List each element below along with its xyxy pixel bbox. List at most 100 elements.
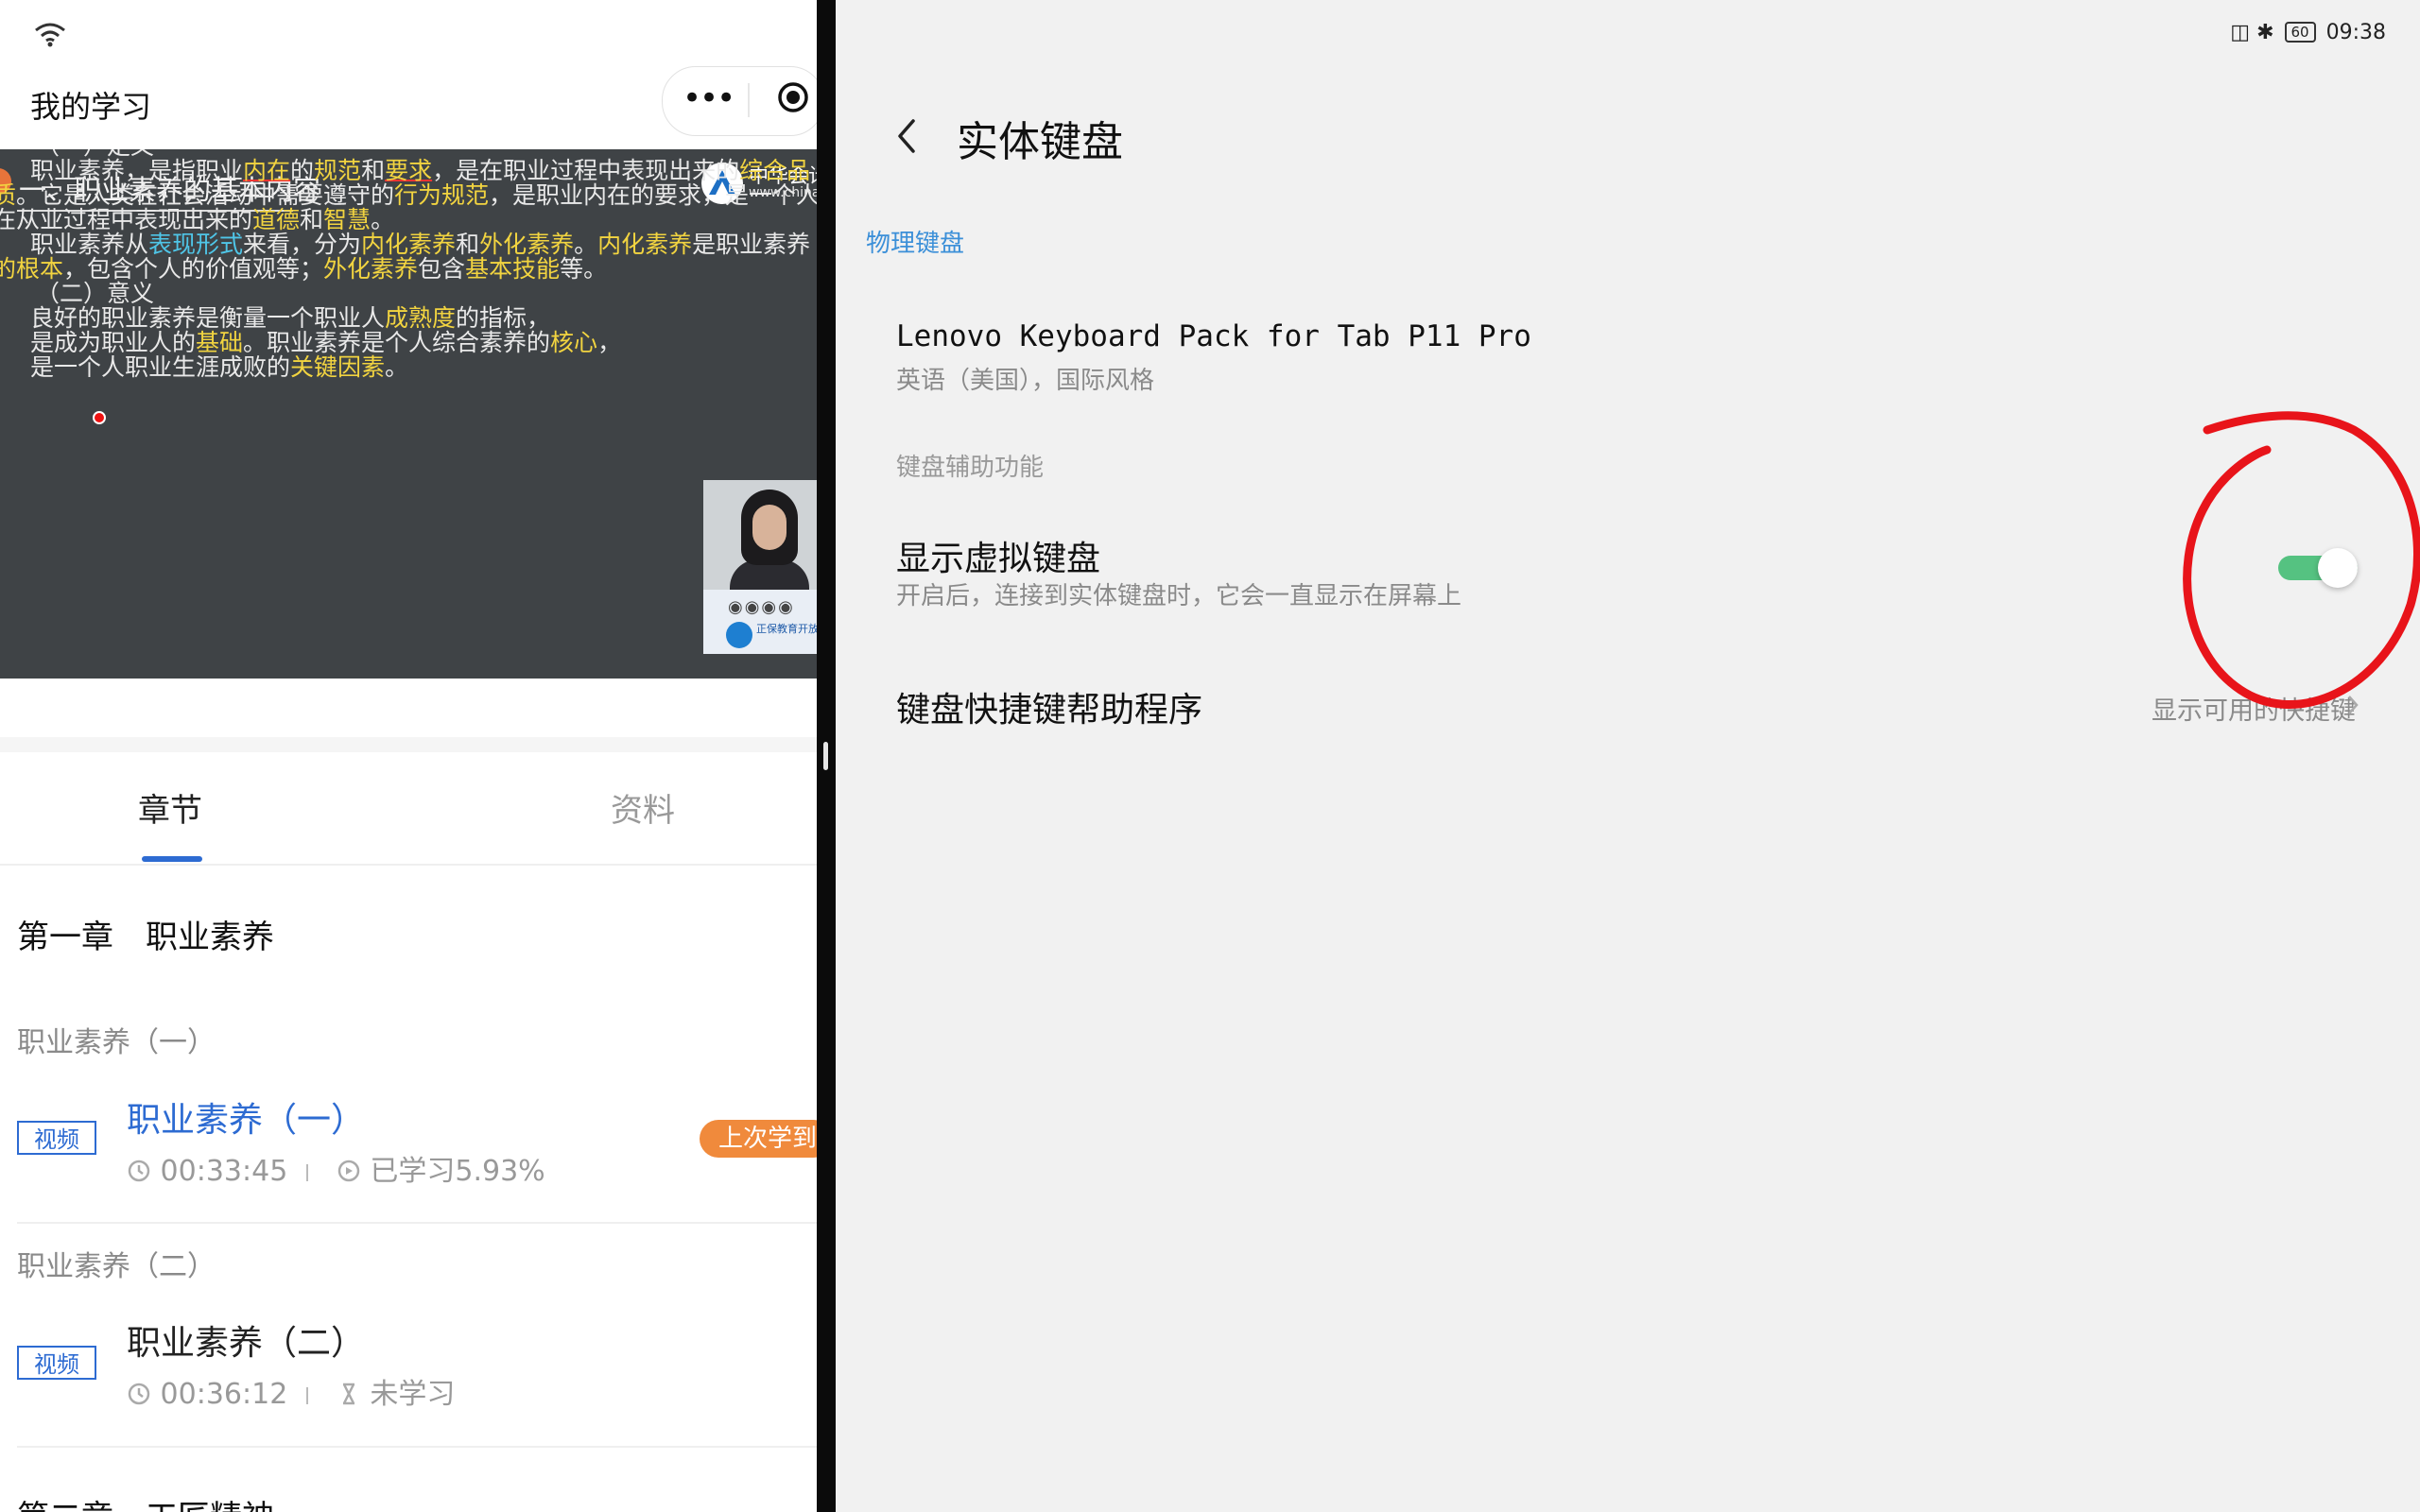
left-app-pane: 我的学习 ••• 一、职业素养的基本内容 中华会计 www.china （一）定… [0, 0, 817, 1512]
video-badge: 视频 [17, 1121, 96, 1155]
slide-text-segment: 关键因素 [290, 353, 386, 381]
physical-keyboard-group-label: 物理键盘 [866, 230, 965, 258]
slide-text-segment: 在从业过程中表现出来的 [0, 206, 253, 233]
slide-text-segment: 的 [290, 157, 315, 184]
row-divider [17, 1222, 817, 1224]
more-button[interactable]: ••• [683, 79, 735, 121]
slide-text-segment: 和 [300, 206, 324, 233]
section-gap [0, 737, 817, 752]
camera-caption: 正保教育开放 [756, 623, 817, 635]
slide-text-segment: ，是在职业过程中表现出来的 [432, 157, 740, 184]
lesson-duration: 00:36:12 [160, 1378, 288, 1411]
slide-text-segment: 。职业素养是个人综合素养的 [243, 329, 551, 356]
slide-text-segment: 基本技能 [465, 255, 561, 283]
keyboard-name[interactable]: Lenovo Keyboard Pack for Tab P11 Pro [896, 319, 1531, 353]
clock-icon [128, 1160, 150, 1182]
instructor-camera: ◉◉◉◉ 正保教育开放 [703, 480, 817, 654]
slide-text-segment: 包含 [418, 255, 466, 283]
keyboard-layout[interactable]: 英语（美国），国际风格 [896, 361, 1154, 396]
bluetooth-icon: ✱ [2256, 21, 2274, 44]
slide-text-segment: 和 [456, 231, 480, 258]
video-player[interactable]: 一、职业素养的基本内容 中华会计 www.china （一）定义职业素养，是指职… [0, 149, 817, 679]
keyboard-assist-group-label: 键盘辅助功能 [896, 454, 1045, 482]
red-annotation-circle [2183, 411, 2420, 709]
slide-text-segment: 。 [371, 206, 395, 233]
hourglass-icon [342, 1383, 354, 1405]
slide-text-segment: 内化素养 [361, 231, 457, 258]
slide-text-segment: 。 [385, 353, 409, 381]
lesson-title[interactable]: 职业素养（二） [127, 1315, 365, 1365]
camera-dots-icon: ◉◉◉◉ [728, 597, 795, 617]
wifi-icon [35, 23, 65, 47]
slide-text-segment: 要求 [385, 157, 433, 184]
lesson-progress: 已学习5.93% [370, 1155, 545, 1188]
slide-text-segment: 综合品 [739, 157, 811, 184]
slide-text-segment: ，包含个人的价值观等； [63, 255, 324, 283]
slide-line: 是一个人职业生涯成败的关键因素。 [30, 353, 408, 382]
lesson-progress: 未学习 [370, 1378, 456, 1411]
lesson-duration: 00:33:45 [160, 1155, 288, 1188]
slide-text-segment: 。 [574, 231, 598, 258]
slide-text-segment: 成熟度 [385, 304, 457, 332]
slide-text-segment: 职业素养，是指职业 [30, 157, 244, 184]
clock-icon [128, 1383, 150, 1405]
slide-text-segment: ，是职业内在的要求，是一个人 [489, 181, 817, 209]
lesson-title[interactable]: 职业素养（一） [127, 1092, 365, 1142]
capsule-divider [748, 83, 750, 117]
chapter-title: 第一章 职业素养 [17, 919, 274, 956]
progress-icon [337, 1160, 360, 1182]
slide-text-segment: 核心 [550, 329, 598, 356]
settings-title: 实体键盘 [957, 118, 1123, 166]
slide-text-segment: 内在 [243, 157, 291, 184]
slide-text-segment: 内化素养 [597, 231, 693, 258]
slide-text-segment: 良好的职业素养是衡量一个职业人 [30, 304, 386, 332]
section-title: 职业素养（一） [17, 1026, 216, 1059]
slide-text-segment: 来看，分为 [243, 231, 362, 258]
tab-indicator [142, 856, 202, 862]
settings-pane [836, 0, 2420, 1512]
slide-text-segment: 规范 [314, 157, 362, 184]
status-time: 09:38 [2325, 21, 2386, 44]
lesson-meta: 00:36:12 未学习 [127, 1370, 455, 1412]
virtual-keyboard-desc: 开启后，连接到实体键盘时，它会一直显示在屏幕上 [896, 582, 1462, 610]
tab-chapters[interactable]: 章节 [138, 784, 202, 831]
tab-materials[interactable]: 资料 [611, 784, 675, 831]
chapter-title: 第二章 工匠精神 [17, 1491, 274, 1512]
slide-text-segment: 智慧 [323, 206, 372, 233]
slide-text-segment: 道德 [252, 206, 301, 233]
slide-text-segment: （二）意义 [36, 280, 155, 307]
slide-text-segment: ， [597, 329, 622, 356]
slide-text-segment: 的指标， [456, 304, 551, 332]
pointer-dot [93, 411, 106, 424]
slide-text-segment: 基础 [196, 329, 244, 356]
slide-text-segment: 外化素养 [323, 255, 419, 283]
resume-badge[interactable]: 上次学到 [700, 1120, 817, 1158]
instructor-video [703, 480, 817, 597]
slide-text-segment: 是职业素养 [692, 231, 811, 258]
close-target-icon[interactable] [777, 81, 809, 113]
slide-text-segment: 行为规范 [394, 181, 490, 209]
section-title: 职业素养（二） [17, 1250, 216, 1283]
camera-logo-icon [726, 622, 752, 648]
slide-text-segment: 和 [361, 157, 386, 184]
page-title: 我的学习 [30, 89, 152, 125]
slide-text-segment: 外化素养 [479, 231, 575, 258]
reader-mode-icon: ◫ [2230, 21, 2251, 44]
split-handle[interactable] [823, 742, 828, 770]
row-divider [17, 1446, 817, 1448]
virtual-keyboard-title: 显示虚拟键盘 [896, 540, 1101, 578]
slide-text-segment: 表现形式 [148, 231, 244, 258]
slide-text-segment: 职业素养从 [30, 231, 149, 258]
slide-text-segment: 的根本 [0, 255, 64, 283]
tab-divider [0, 864, 817, 866]
video-badge: 视频 [17, 1346, 96, 1380]
slide-text-segment: 质 [0, 181, 17, 209]
back-arrow-icon[interactable] [892, 115, 919, 157]
slide-text-segment: 是一个人职业生涯成败的 [30, 353, 291, 381]
lesson-meta: 00:33:45 已学习5.93% [127, 1147, 545, 1189]
status-bar: ◫ ✱ 60 09:38 [2230, 21, 2386, 44]
slide-text-segment: 是成为职业人的 [30, 329, 197, 356]
slide-text-segment: 。它是人类在社会活动中需要遵守的 [16, 181, 395, 209]
battery-icon: 60 [2284, 22, 2316, 43]
shortcut-helper-title[interactable]: 键盘快捷键帮助程序 [896, 682, 1202, 731]
